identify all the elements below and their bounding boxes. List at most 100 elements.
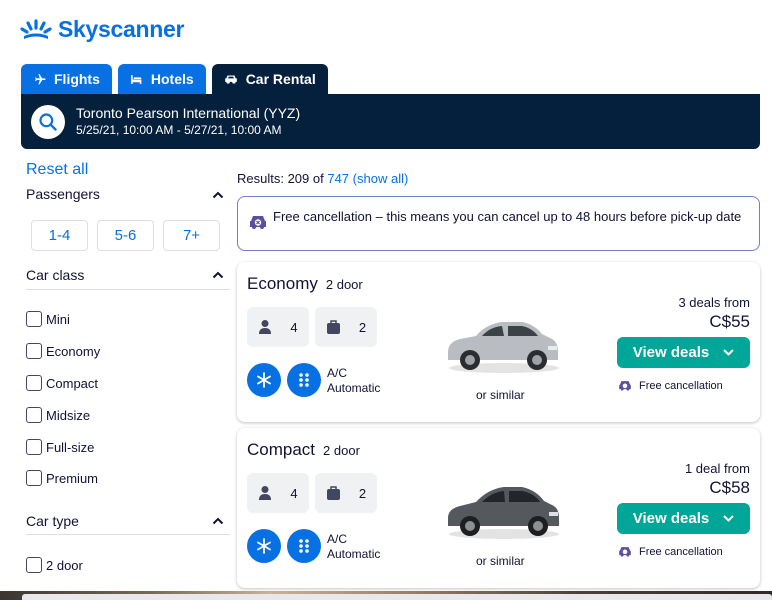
checkbox-label: Full-size [46, 439, 95, 455]
search-button[interactable] [31, 105, 65, 139]
passengers-option-1-4[interactable]: 1-4 [31, 220, 88, 251]
reset-all-link[interactable]: Reset all [26, 161, 88, 179]
chevron-up-icon[interactable] [212, 271, 224, 279]
divider [26, 289, 230, 290]
car-class-checkbox-mini[interactable]: Mini [26, 311, 70, 327]
feature-text: A/C Automatic [327, 366, 380, 396]
pickup-location: Toronto Pearson International (YYZ) [76, 105, 301, 121]
bed-icon [130, 74, 142, 84]
checkbox[interactable] [26, 375, 42, 391]
price: C$55 [709, 312, 750, 331]
car-type-checkbox-2-door[interactable]: 2 door [26, 557, 83, 573]
search-summary-bar[interactable]: Toronto Pearson International (YYZ) 5/25… [21, 94, 760, 149]
car-class-checkbox-premium[interactable]: Premium [26, 470, 98, 486]
transmission-feature [287, 529, 321, 563]
car-type-filter-title[interactable]: Car type [26, 513, 79, 529]
chevron-up-icon[interactable] [212, 191, 224, 199]
transmission-label: Automatic [327, 381, 381, 395]
search-icon [39, 113, 57, 131]
view-deals-button[interactable]: View deals [617, 503, 750, 534]
view-deals-button[interactable]: View deals [617, 337, 750, 368]
chevron-down-icon [723, 349, 734, 356]
checkbox[interactable] [26, 311, 42, 327]
checkbox-label: Premium [46, 470, 99, 486]
car-class-checkbox-full-size[interactable]: Full-size [26, 439, 94, 455]
bag-capacity: 2 [315, 307, 377, 347]
bag-count: 2 [358, 319, 367, 335]
gear-shift-icon [299, 373, 309, 387]
card-title: Compact 2 door [247, 440, 360, 460]
checkbox-label: Compact [46, 375, 99, 391]
results-total-link[interactable]: 747 [327, 171, 349, 186]
door-count: 2 door [323, 443, 360, 458]
bag-count: 2 [358, 485, 367, 501]
tab-label: Car Rental [245, 71, 316, 87]
free-cancellation-label: Free cancellation [639, 545, 723, 558]
car-class-checkbox-midsize[interactable]: Midsize [26, 407, 90, 423]
free-cancellation-badge: Free cancellation [617, 379, 723, 392]
plane-icon [35, 73, 46, 84]
passengers-option-5-6[interactable]: 5-6 [97, 220, 154, 251]
tab-hotels[interactable]: Hotels [117, 64, 206, 94]
car-result-card-compact[interactable]: Compact 2 door 4 2 A/C Automatic or simi… [237, 428, 760, 588]
passenger-capacity: 4 [247, 473, 309, 513]
car-cancel-icon [619, 547, 631, 557]
tab-car-rental[interactable]: Car Rental [211, 64, 328, 94]
car-class-label: Compact [247, 440, 316, 459]
car-class-checkbox-compact[interactable]: Compact [26, 375, 98, 391]
car-result-card-economy[interactable]: Economy 2 door 4 2 A/C Automatic or simi… [237, 262, 760, 422]
checkbox[interactable] [26, 407, 42, 423]
car-class-label: Economy [247, 274, 318, 293]
checkbox[interactable] [26, 470, 42, 486]
car-image-sedan[interactable] [442, 306, 562, 378]
checkbox[interactable] [26, 557, 42, 573]
ac-feature [247, 363, 281, 397]
person-icon [259, 320, 272, 334]
car-icon [224, 75, 237, 84]
checkbox[interactable] [26, 439, 42, 455]
passenger-capacity: 4 [247, 307, 309, 347]
passenger-count: 4 [290, 319, 298, 335]
bag-icon [326, 320, 340, 334]
person-icon [259, 486, 272, 500]
notice-text: Free cancellation – this means you can c… [273, 209, 742, 224]
tab-label: Hotels [150, 71, 194, 87]
free-cancellation-badge: Free cancellation [617, 545, 723, 558]
checkbox-label: Midsize [46, 407, 91, 423]
ac-label: A/C [327, 366, 348, 380]
card-title: Economy 2 door [247, 274, 363, 294]
free-cancellation-notice: Free cancellation – this means you can c… [237, 196, 760, 251]
tab-flights[interactable]: Flights [21, 64, 112, 94]
checkbox-label: Economy [46, 343, 101, 359]
dock-edge [22, 594, 772, 600]
ac-label: A/C [327, 532, 348, 546]
gear-shift-icon [299, 539, 309, 553]
passenger-count: 4 [290, 485, 298, 501]
tab-label: Flights [54, 71, 100, 87]
chevron-up-icon[interactable] [212, 517, 224, 525]
divider [26, 534, 230, 535]
chevron-down-icon [723, 515, 734, 522]
checkbox[interactable] [26, 343, 42, 359]
desktop-background-strip [0, 591, 772, 600]
header: Skyscanner [0, 0, 772, 64]
deals-count: 1 deal from [684, 461, 750, 476]
skyscanner-logo[interactable]: Skyscanner [20, 16, 184, 43]
free-cancellation-label: Free cancellation [639, 379, 723, 392]
snowflake-icon [257, 372, 271, 388]
passengers-option-7-plus[interactable]: 7+ [163, 220, 220, 251]
transmission-label: Automatic [327, 547, 381, 561]
snowflake-icon [257, 538, 271, 554]
car-class-checkbox-economy[interactable]: Economy [26, 343, 100, 359]
deals-count: 3 deals from [678, 295, 750, 310]
passengers-filter-title[interactable]: Passengers [26, 186, 100, 202]
checkbox-label: 2 door [46, 557, 83, 573]
car-cancel-icon [619, 381, 631, 391]
or-similar-label: or similar [476, 554, 525, 568]
door-count: 2 door [325, 277, 363, 292]
view-deals-label: View deals [632, 344, 710, 361]
car-image-sedan[interactable] [442, 472, 562, 544]
price: C$58 [709, 478, 750, 497]
show-all-link[interactable]: (show all) [353, 171, 409, 186]
car-class-filter-title[interactable]: Car class [26, 267, 84, 283]
